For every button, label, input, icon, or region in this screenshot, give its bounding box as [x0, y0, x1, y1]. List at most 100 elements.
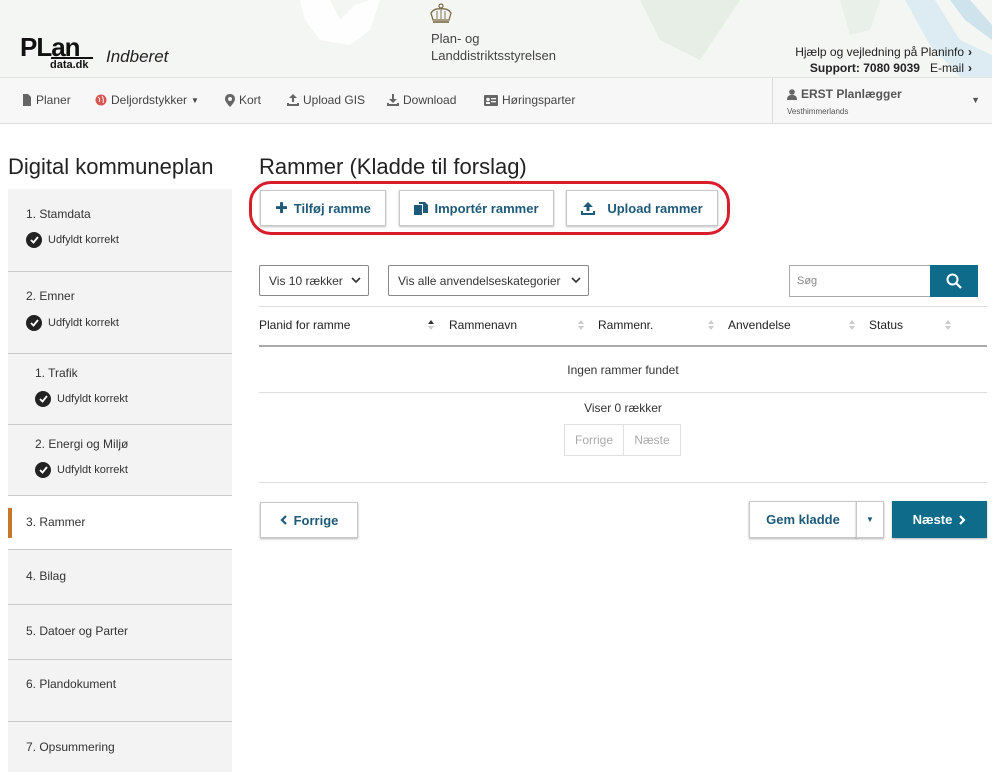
- step-status-label: Udfyldt korrekt: [57, 393, 128, 405]
- step-energi-og-miljo[interactable]: 2. Energi og Miljø Udfyldt korrekt: [8, 425, 232, 496]
- pager-next-button[interactable]: Næste: [623, 424, 681, 456]
- nav-item-upload-gis[interactable]: Upload GIS: [287, 93, 365, 107]
- sort-icon[interactable]: [577, 319, 585, 331]
- step-trafik[interactable]: 1. Trafik Udfyldt korrekt: [8, 354, 232, 425]
- search-button[interactable]: [930, 265, 978, 297]
- email-link[interactable]: E-mail ›: [930, 61, 972, 75]
- upload-icon: [581, 201, 596, 215]
- button-label: Næste: [912, 512, 953, 527]
- category-filter-select[interactable]: Vis alle anvendelseskategorier: [388, 265, 589, 296]
- download-icon: [387, 94, 399, 106]
- import-rammer-button[interactable]: Importér rammer: [399, 190, 554, 226]
- next-button[interactable]: Næste: [892, 501, 987, 538]
- chevron-right-icon: ›: [968, 61, 972, 75]
- table-header: Planid for ramme Rammenavn Rammenr. Anve…: [259, 306, 987, 347]
- help-links: Hjælp og vejledning på Planinfo › Support…: [795, 44, 972, 76]
- pager-prev-button[interactable]: Forrige: [564, 424, 624, 456]
- chevron-down-icon: [351, 277, 361, 284]
- nav-item-kort[interactable]: Kort: [225, 93, 261, 107]
- chevron-left-icon: [280, 515, 287, 525]
- nav-label: Download: [403, 93, 457, 107]
- step-sidebar: 1. Stamdata Udfyldt korrekt 2. Emner Udf…: [8, 189, 232, 772]
- column-header-status[interactable]: Status: [869, 318, 903, 332]
- check-circle-icon: [26, 315, 42, 331]
- logo-subtext: data.dk: [50, 59, 89, 71]
- caret-down-icon: ▼: [191, 95, 199, 105]
- agency-line-2: Landdistriktsstyrelsen: [431, 48, 556, 63]
- add-ramme-button[interactable]: ✚ Tilføj ramme: [260, 190, 386, 226]
- nav-label: Høringsparter: [502, 93, 576, 107]
- save-options-dropdown[interactable]: ▼: [856, 501, 884, 538]
- caret-down-icon: ▼: [971, 95, 980, 105]
- rows-per-page-select[interactable]: Vis 10 rækker: [259, 265, 369, 296]
- sort-icon[interactable]: [707, 319, 715, 331]
- document-icon: [23, 94, 31, 106]
- column-header-rammenr[interactable]: Rammenr.: [598, 318, 653, 332]
- step-status: Udfyldt korrekt: [26, 232, 119, 248]
- step-label: 1. Stamdata: [26, 207, 91, 221]
- upload-icon: [287, 94, 299, 106]
- save-draft-button[interactable]: Gem kladde: [749, 501, 857, 538]
- step-rammer[interactable]: 3. Rammer: [8, 496, 232, 550]
- nav-item-horingsparter[interactable]: Høringsparter: [484, 93, 575, 107]
- check-circle-icon: [35, 391, 51, 407]
- crown-icon: [430, 3, 452, 23]
- button-label: Importér rammer: [434, 200, 539, 216]
- nav-item-planer[interactable]: Planer: [22, 93, 71, 107]
- step-opsummering[interactable]: 7. Opsummering: [8, 722, 232, 772]
- button-label: Forrige: [293, 512, 339, 528]
- step-status: Udfyldt korrekt: [26, 315, 119, 331]
- nav-item-deljordstykker[interactable]: Deljordstykker ▼: [95, 93, 199, 107]
- nav-label: Deljordstykker: [111, 93, 188, 107]
- step-label: 1. Trafik: [35, 366, 78, 380]
- table-empty-row: Ingen rammer fundet: [259, 347, 987, 393]
- step-bilag[interactable]: 4. Bilag: [8, 550, 232, 605]
- sort-icon[interactable]: [848, 319, 856, 331]
- button-label: Tilføj ramme: [293, 200, 371, 216]
- search-icon: [946, 273, 962, 289]
- plandata-logo[interactable]: PLan data.dk: [20, 34, 98, 71]
- sort-asc-icon[interactable]: [427, 319, 435, 331]
- column-header-rammenavn[interactable]: Rammenavn: [449, 318, 517, 332]
- support-phone: Support: 7080 9039: [809, 61, 920, 75]
- step-status: Udfyldt korrekt: [35, 462, 128, 478]
- user-organization: Vesthimmerlands: [787, 107, 849, 116]
- nav-label: Kort: [239, 93, 262, 107]
- check-circle-icon: [35, 462, 51, 478]
- step-label: 3. Rammer: [26, 515, 86, 529]
- step-label: 4. Bilag: [26, 569, 67, 583]
- step-status-label: Udfyldt korrekt: [48, 317, 119, 329]
- step-stamdata[interactable]: 1. Stamdata Udfyldt korrekt: [8, 189, 232, 272]
- nav-item-download[interactable]: Download: [387, 93, 456, 107]
- step-datoer-og-parter[interactable]: 5. Datoer og Parter: [8, 605, 232, 660]
- user-menu[interactable]: ERST Planlægger Vesthimmerlands ▼: [772, 78, 992, 124]
- pager-label: Næste: [634, 433, 670, 447]
- column-header-planid[interactable]: Planid for ramme: [259, 318, 350, 332]
- help-link-label: Hjælp og vejledning på Planinfo: [795, 45, 964, 59]
- user-name-label: ERST Planlægger: [801, 87, 902, 101]
- step-status: Udfyldt korrekt: [35, 391, 128, 407]
- sort-icon[interactable]: [944, 319, 952, 331]
- agency-name: Plan- og Landdistriktsstyrelsen: [431, 30, 556, 64]
- search-input[interactable]: Søg: [789, 265, 931, 297]
- map-marker-icon: [225, 93, 235, 107]
- upload-rammer-button[interactable]: Upload rammer: [566, 190, 718, 226]
- check-circle-icon: [26, 232, 42, 248]
- sidebar-title: Digital kommuneplan: [8, 154, 214, 179]
- step-label: 7. Opsummering: [26, 740, 115, 754]
- plus-icon: ✚: [275, 200, 288, 217]
- column-header-anvendelse[interactable]: Anvendelse: [728, 318, 791, 332]
- step-emner[interactable]: 2. Emner Udfyldt korrekt: [8, 272, 232, 354]
- help-link[interactable]: Hjælp og vejledning på Planinfo ›: [795, 44, 972, 60]
- step-label: 5. Datoer og Parter: [26, 624, 129, 638]
- step-status-label: Udfyldt korrekt: [57, 464, 128, 476]
- step-label: 6. Plandokument: [26, 677, 117, 691]
- nav-label: Planer: [36, 93, 71, 107]
- email-link-label: E-mail: [929, 61, 964, 75]
- caret-down-icon: ▼: [866, 515, 874, 524]
- select-value: Vis alle anvendelseskategorier: [398, 273, 561, 288]
- step-plandokument[interactable]: 6. Plandokument: [8, 660, 232, 722]
- user-icon: [787, 88, 797, 100]
- back-button[interactable]: Forrige: [260, 502, 358, 538]
- chevron-right-icon: ›: [968, 45, 972, 59]
